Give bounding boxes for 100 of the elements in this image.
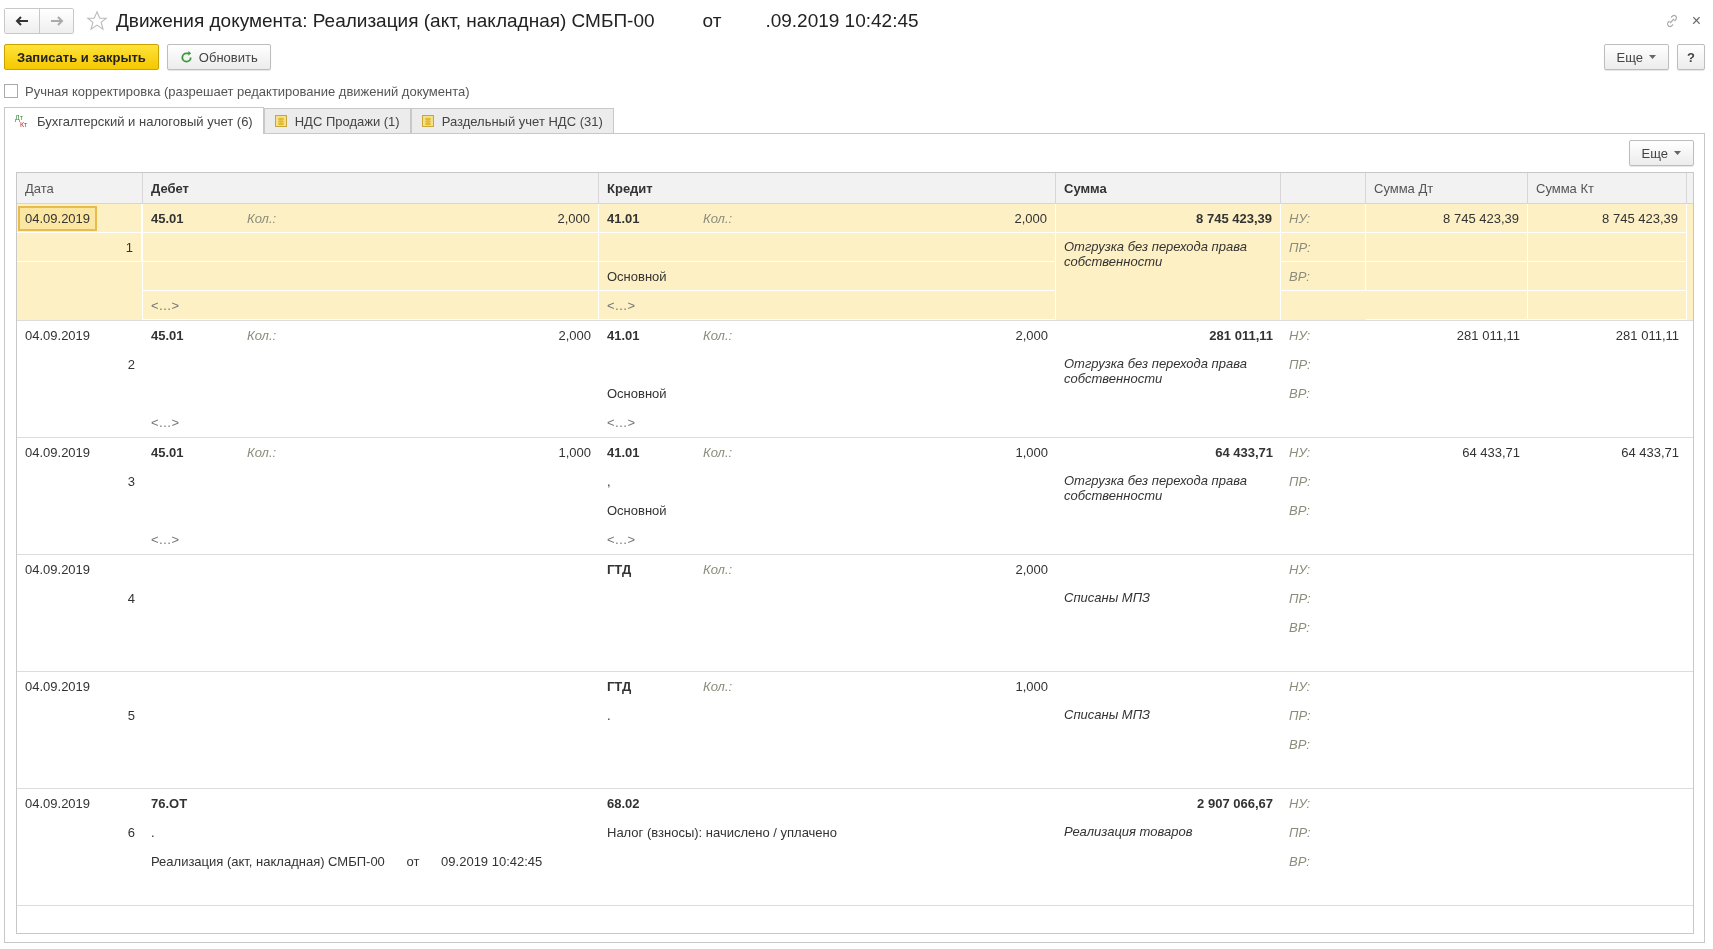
tax-label: НУ: [1289, 562, 1311, 577]
tax-label: ПР: [1289, 708, 1311, 723]
tax-label: НУ: [1289, 210, 1311, 226]
table-cell-text: , [606, 473, 612, 491]
more-button[interactable]: Еще [1603, 44, 1670, 70]
save-and-close-button[interactable]: Записать и закрыть [4, 44, 159, 70]
column-header[interactable]: Сумма Кт [1528, 173, 1687, 203]
quantity-value: 2,000 [1015, 328, 1048, 343]
back-arrow-icon [15, 16, 29, 26]
table-cell-text: <…> [606, 414, 637, 432]
column-header[interactable]: Кредит [599, 173, 1056, 203]
window-title: Движения документа: Реализация (акт, накладная) СМБП-00 [116, 10, 655, 32]
caret-icon [1674, 151, 1681, 155]
table-row[interactable]: 04.09.2019 2 45.01 Кол.: 2,000 <…> 41.01 Кол.: 2,000 Основной <…> 281 011,11 Отгрузка без перехода права собственности НУ: ПР: ВР: 281 011,11 281 011,11 [17, 321, 1693, 438]
quantity-label: Кол.: [702, 562, 734, 577]
debit-amount: 8 745 423,39 [1443, 210, 1519, 226]
column-header[interactable]: Дата [17, 173, 143, 203]
amount: 8 745 423,39 [1196, 210, 1272, 226]
quantity-value: 1,000 [1015, 679, 1048, 694]
column-header[interactable]: Сумма [1056, 173, 1281, 203]
table-cell-text: <…> [150, 531, 181, 549]
tax-label: ПР: [1289, 239, 1311, 255]
table-row[interactable]: 04.09.2019 5 ГТД Кол.: 1,000 . Списаны МПЗ НУ: ПР: ВР: [17, 672, 1693, 789]
table-row[interactable]: 04.09.2019 6 76.ОТ . Реализация (акт, накладная) СМБП-00 от 09.2019 10:42:45 68.02 Налог (взносы): начислено / уплачено 2 907 066,67 Реализация товаров НУ: ПР: ВР: [17, 789, 1693, 906]
caret-icon [1649, 55, 1657, 59]
tax-label: НУ: [1289, 796, 1311, 811]
table-cell: <…> [599, 291, 1056, 320]
quantity-label: Кол.: [246, 328, 278, 343]
tax-label: ПР: [1289, 825, 1311, 840]
window-title-from: от [702, 10, 722, 32]
row-number: 2 [127, 357, 135, 372]
table-cell-text: <…> [150, 414, 181, 432]
quantity-value: 1,000 [558, 445, 591, 460]
tax-label: ВР: [1289, 503, 1310, 518]
operation-content: Списаны МПЗ [1064, 590, 1152, 605]
date-cell-text: 04.09.2019 [24, 444, 92, 462]
tax-label: ВР: [1289, 737, 1310, 752]
quantity-label: Кол.: [702, 679, 734, 694]
operation-content: Списаны МПЗ [1064, 707, 1152, 722]
back-button[interactable] [5, 9, 39, 33]
account-code: 45.01 [151, 210, 185, 226]
table-cell-text: Основной [606, 502, 668, 520]
tax-label: ПР: [1289, 474, 1311, 489]
date-cell-text: 04.09.2019 [24, 327, 92, 345]
quantity-value: 2,000 [1014, 210, 1047, 226]
amount: 281 011,11 [1209, 328, 1273, 343]
tax-label: ВР: [1289, 854, 1310, 869]
quantity-label: Кол.: [246, 445, 278, 460]
table-row[interactable]: 04.09.2019 3 45.01 Кол.: 1,000 <…> 41.01 Кол.: 1,000 , Основной <…> 64 433,71 Отгрузка без перехода права собственности НУ: ПР: ВР: 64 433,71 64 433,71 [17, 438, 1693, 555]
coins-icon [421, 115, 434, 127]
account-code: 76.ОТ [151, 796, 189, 811]
tax-label: ПР: [1289, 591, 1311, 606]
column-header[interactable]: Дебет [143, 173, 599, 203]
column-header[interactable]: Сумма Дт [1366, 173, 1528, 203]
tax-label: ВР: [1289, 386, 1310, 401]
account-code: ГТД [607, 679, 633, 694]
table-cell-text: Реализация (акт, накладная) СМБП-00 от 09.2019 10:42:45 [150, 853, 544, 871]
tax-label: НУ: [1289, 328, 1311, 343]
tax-label: НУ: [1289, 445, 1311, 460]
star-icon[interactable] [86, 10, 108, 32]
credit-amount: 8 745 423,39 [1602, 210, 1678, 226]
row-number: 6 [127, 825, 135, 840]
close-button[interactable]: × [1687, 12, 1705, 30]
table-cell-text: . [150, 824, 156, 842]
account-code: 41.01 [607, 328, 641, 343]
table-cell-text: . [606, 707, 612, 725]
credit-amount: 281 011,11 [1615, 328, 1679, 343]
quantity-value: 2,000 [1015, 562, 1048, 577]
amount: 2 907 066,67 [1197, 796, 1273, 811]
operation-content: Отгрузка без перехода права собственности [1064, 356, 1248, 386]
tax-label: ВР: [1289, 620, 1310, 635]
operation-content: Реализация товаров [1064, 824, 1194, 839]
refresh-button[interactable]: Обновить [166, 44, 271, 70]
row-number: 1 [125, 239, 133, 255]
quantity-value: 1,000 [1015, 445, 1048, 460]
table-cell: <…> [143, 291, 599, 320]
account-code: 68.02 [607, 796, 641, 811]
account-code: ГТД [607, 562, 633, 577]
date-cell-text: 04.09.2019 [24, 795, 92, 813]
table-row[interactable]: 04.09.2019 1 45.01 Кол.: 2,000 <…> 41.01 Кол.: 2,000 Основной <…> 8 745 423,39 Отгрузка без перехода права собственности НУ: ПР: ВР: 8 745 423,39 8 745 423,39 [17, 204, 1693, 321]
tab[interactable]: Раздельный учет НДС (31) [410, 108, 614, 133]
forward-arrow-icon [49, 16, 64, 26]
table-cell-text: <…> [606, 531, 637, 549]
tax-label: ПР: [1289, 357, 1311, 372]
quantity-label: Кол.: [702, 445, 734, 460]
manual-edit-checkbox[interactable] [4, 84, 18, 98]
help-button[interactable]: ? [1677, 44, 1705, 70]
window-title-date: .09.2019 10:42:45 [765, 10, 919, 32]
row-number: 4 [127, 591, 135, 606]
credit-amount: 64 433,71 [1621, 445, 1679, 460]
tax-label: НУ: [1289, 679, 1311, 694]
row-number: 3 [127, 474, 135, 489]
operation-content: Отгрузка без перехода права собственности [1064, 239, 1248, 269]
operation-content: Отгрузка без перехода права собственности [1064, 473, 1248, 503]
amount: 64 433,71 [1215, 445, 1273, 460]
table-more-button[interactable]: Еще [1628, 140, 1694, 166]
table-row[interactable]: 04.09.2019 4 ГТД Кол.: 2,000 Списаны МПЗ НУ: ПР: ВР: [17, 555, 1693, 672]
refresh-icon [179, 50, 193, 64]
coins-icon [274, 115, 287, 127]
tab[interactable]: НДС Продажи (1) [263, 108, 411, 133]
